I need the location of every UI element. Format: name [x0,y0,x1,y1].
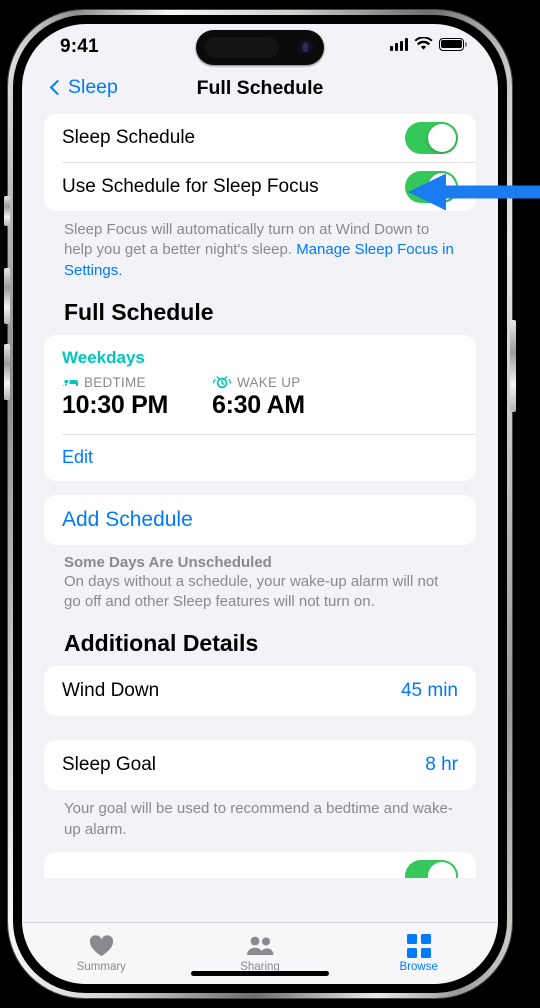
next-setting-toggle[interactable] [405,859,458,878]
wind-down-card: Wind Down 45 min [44,666,476,717]
section-title-additional-details: Additional Details [64,630,259,657]
battery-full-icon [439,37,467,51]
grid-squares-icon [406,934,431,958]
tab-browse[interactable]: Browse [339,923,498,984]
sleep-schedule-toggle[interactable] [405,122,458,154]
bedtime-value: 10:30 PM [62,390,168,419]
power-button[interactable] [510,320,516,412]
row-wind-down[interactable]: Wind Down 45 min [44,666,476,716]
wakeup-value: 6:30 AM [212,390,305,419]
wind-down-value: 45 min [400,680,458,702]
navigation-bar: Sleep Full Schedule [22,70,498,114]
sleep-goal-footnote: Your goal will be used to recommend a be… [64,800,453,838]
alarm-clock-icon [212,376,232,389]
page-title: Full Schedule [196,77,324,99]
bedtime-column: BEDTIME 10:30 PM [62,375,212,420]
use-schedule-label: Use Schedule for Sleep Focus [62,176,319,197]
cellular-bars-icon [389,37,408,51]
front-camera-icon [297,39,314,56]
phone-screen: 9:41 Sleep Full Schedule Sleep Schedule … [22,24,498,984]
status-bar-indicators [389,37,467,51]
wind-down-label: Wind Down [62,680,160,702]
dynamic-island [196,30,324,65]
add-schedule-button[interactable]: Add Schedule [44,495,476,545]
sleep-goal-label: Sleep Goal [62,754,157,776]
screenshot-root: 9:41 Sleep Full Schedule Sleep Schedule … [0,0,540,1008]
wakeup-column: WAKE UP 6:30 AM [212,375,362,420]
volume-down-button[interactable] [4,344,10,400]
action-button[interactable] [4,196,10,226]
tab-bar: Summary Sharing Browse [22,922,498,984]
bedtime-label: BEDTIME [84,374,146,390]
sleep-goal-card: Sleep Goal 8 hr [44,740,476,791]
section-title-full-schedule: Full Schedule [64,298,214,325]
status-bar-time: 9:41 [60,36,99,57]
toggle-knob [428,124,456,152]
tab-browse-label: Browse [399,961,438,973]
add-schedule-label: Add Schedule [62,507,193,531]
face-id-sensor [205,37,279,58]
unscheduled-title: Some Days Are Unscheduled [64,553,272,571]
bed-icon [62,378,78,386]
tab-summary-label: Summary [76,961,126,973]
wifi-icon [414,37,433,50]
status-bar: 9:41 [22,24,498,70]
schedule-summary: Weekdays BEDTIME 10:30 PM WAKE UP 6:30 A… [44,335,476,434]
scroll-content[interactable]: Sleep Schedule Use Schedule for Sleep Fo… [22,114,498,922]
sleep-goal-value: 8 hr [425,754,458,776]
home-indicator[interactable] [191,971,329,976]
toggle-knob [428,861,456,878]
sleep-focus-footnote: Sleep Focus will automatically turn on a… [44,211,476,281]
add-schedule-card: Add Schedule [44,494,476,545]
weekdays-schedule-card: Weekdays BEDTIME 10:30 PM WAKE UP 6:30 A… [44,334,476,481]
people-icon [245,934,275,958]
unscheduled-body: On days without a schedule, your wake-up… [64,572,439,610]
edit-label: Edit [62,447,94,468]
volume-up-button[interactable] [4,268,10,324]
row-sleep-goal[interactable]: Sleep Goal 8 hr [44,740,476,790]
wakeup-label: WAKE UP [237,374,301,390]
edit-schedule-button[interactable]: Edit [44,435,476,481]
annotation-arrow [406,170,540,214]
heart-icon [89,934,114,958]
row-sleep-schedule[interactable]: Sleep Schedule [44,114,476,162]
schedule-days-label: Weekdays [62,347,145,367]
sleep-schedule-label: Sleep Schedule [62,127,196,148]
tab-summary[interactable]: Summary [22,923,181,984]
next-setting-card-partial[interactable] [44,851,476,878]
